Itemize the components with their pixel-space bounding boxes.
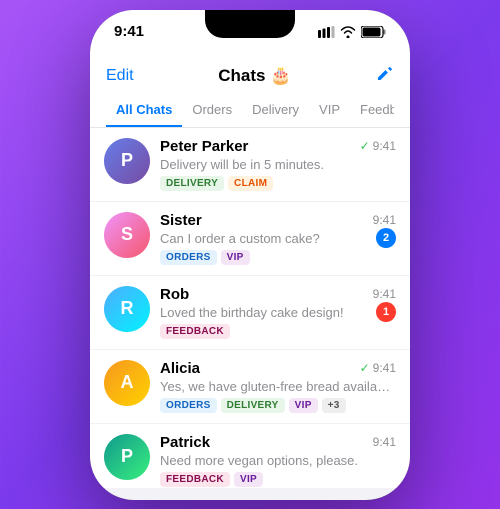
chat-time: 9:41 [373,287,396,301]
nav-title-row: Chats 🎂 [218,66,291,86]
chat-header: Alicia ✓ 9:41 [160,360,396,377]
chat-time: 9:41 [373,435,396,449]
phone-frame: 9:41 [90,10,410,500]
chat-content: Peter Parker ✓ 9:41 Delivery will be in … [160,138,396,191]
tag: VIP [221,250,250,265]
chat-header: Rob 9:41 [160,286,396,303]
avatar: A [104,360,150,406]
avatar: P [104,434,150,480]
chat-tags: ORDERS VIP [160,250,396,265]
nav-top: Edit Chats 🎂 [106,60,394,96]
chat-time: ✓ 9:41 [360,139,396,153]
tab-vip[interactable]: VIP [309,96,350,127]
avatar: S [104,212,150,258]
unread-badge: 1 [376,302,396,322]
tag: +3 [322,398,346,413]
tab-feedback[interactable]: Feedback [350,96,394,127]
tag: DELIVERY [160,176,224,191]
chat-preview: Yes, we have gluten-free bread available… [160,379,396,394]
tag: FEEDBACK [160,324,230,339]
chat-header: Sister 9:41 [160,212,396,229]
delivered-icon: ✓ [360,361,370,375]
chat-content: Sister 9:41 Can I order a custom cake? O… [160,212,396,265]
chat-header: Peter Parker ✓ 9:41 [160,138,396,155]
edit-button[interactable]: Edit [106,67,134,85]
chat-header: Patrick 9:41 [160,434,396,451]
chat-content: Patrick 9:41 Need more vegan options, pl… [160,434,396,487]
tag: FEEDBACK [160,472,230,487]
list-item[interactable]: A Alicia ✓ 9:41 Yes, we have gluten-free… [90,350,410,424]
chat-content: Rob 9:41 Loved the birthday cake design!… [160,286,396,339]
chat-time: 9:41 [373,213,396,227]
chat-content: Alicia ✓ 9:41 Yes, we have gluten-free b… [160,360,396,413]
battery-icon [361,26,386,38]
status-time: 9:41 [114,23,144,40]
chat-tags: ORDERS DELIVERY VIP +3 [160,398,396,413]
chat-time: ✓ 9:41 [360,361,396,375]
list-item[interactable]: R Rob 9:41 Loved the birthday cake desig… [90,276,410,350]
chat-name: Peter Parker [160,138,248,155]
tab-delivery[interactable]: Delivery [242,96,309,127]
tag: VIP [234,472,263,487]
notch [205,10,295,38]
tag: DELIVERY [221,398,285,413]
chat-list: P Peter Parker ✓ 9:41 Delivery will be i… [90,128,410,488]
signal-icon [318,26,335,38]
list-item[interactable]: P Patrick 9:41 Need more vegan options, … [90,424,410,488]
compose-button[interactable] [376,64,394,88]
chat-name: Sister [160,212,202,229]
list-item[interactable]: P Peter Parker ✓ 9:41 Delivery will be i… [90,128,410,202]
tag: VIP [289,398,318,413]
compose-icon [376,64,394,82]
delivered-icon: ✓ [360,139,370,153]
tab-all-chats[interactable]: All Chats [106,96,182,127]
chat-name: Patrick [160,434,210,451]
tag: ORDERS [160,250,217,265]
page-title: Chats 🎂 [218,66,291,86]
tag: CLAIM [228,176,273,191]
phone-screen: 9:41 [90,10,410,500]
chat-name: Alicia [160,360,200,377]
chat-name: Rob [160,286,189,303]
chat-preview: Need more vegan options, please. [160,453,396,468]
chat-preview: Delivery will be in 5 minutes. [160,157,396,172]
list-item[interactable]: S Sister 9:41 Can I order a custom cake?… [90,202,410,276]
avatar: R [104,286,150,332]
avatar: P [104,138,150,184]
chat-tags: FEEDBACK [160,324,396,339]
unread-badge: 2 [376,228,396,248]
nav-bar: Edit Chats 🎂 All Chats Orders Deliver [90,54,410,128]
chat-tags: FEEDBACK VIP [160,472,396,487]
filter-tabs: All Chats Orders Delivery VIP Feedback [106,96,394,127]
wifi-icon [340,26,356,38]
tab-orders[interactable]: Orders [182,96,242,127]
status-bar: 9:41 [90,10,410,54]
chat-preview: Can I order a custom cake? [160,231,396,246]
tag: ORDERS [160,398,217,413]
status-icons [318,26,386,38]
chat-preview: Loved the birthday cake design! [160,305,396,320]
chat-tags: DELIVERY CLAIM [160,176,396,191]
